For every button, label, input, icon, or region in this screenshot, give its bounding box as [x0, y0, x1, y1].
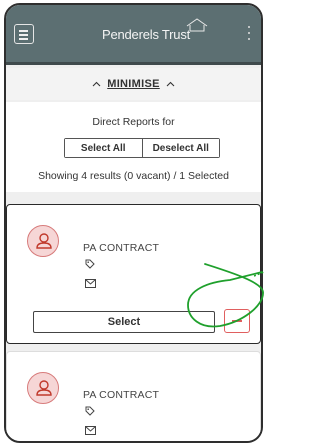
direct-reports-panel: Direct Reports for Select All Deselect A… [6, 102, 261, 192]
caret-up-icon [92, 81, 101, 87]
remove-button[interactable] [224, 309, 250, 333]
kebab-menu-icon[interactable] [247, 25, 251, 41]
hamburger-menu-icon[interactable] [14, 24, 34, 44]
select-all-button[interactable]: Select All [65, 139, 142, 157]
brand-logo-text: Penderels Trust [102, 27, 191, 42]
selection-button-group: Select All Deselect All [64, 138, 220, 158]
tag-icon [85, 406, 95, 416]
minimise-toggle[interactable]: MINIMISE [6, 68, 261, 100]
tag-icon [85, 259, 95, 269]
select-button[interactable]: Select [33, 311, 215, 333]
report-card: PA CONTRACT [6, 351, 261, 441]
caret-up-icon [166, 81, 175, 87]
user-icon [36, 233, 52, 249]
phone-frame: Penderels Trust MINIMISE Direct Reports … [4, 3, 263, 443]
app-header: Penderels Trust [6, 5, 261, 65]
minimise-label[interactable]: MINIMISE [107, 78, 160, 90]
direct-reports-title: Direct Reports for [92, 116, 175, 128]
mail-icon [85, 426, 96, 435]
user-icon [36, 380, 52, 396]
report-card: PA CONTRACT Select [6, 204, 261, 344]
avatar [27, 225, 59, 257]
avatar [27, 372, 59, 404]
results-summary: Showing 4 results (0 vacant) / 1 Selecte… [38, 170, 229, 182]
card-name: PA CONTRACT [83, 389, 160, 401]
mail-icon [85, 279, 96, 288]
minus-icon [232, 320, 242, 322]
card-name: PA CONTRACT [83, 242, 160, 254]
deselect-all-button[interactable]: Deselect All [141, 139, 219, 157]
logo-roof-icon [186, 18, 208, 32]
